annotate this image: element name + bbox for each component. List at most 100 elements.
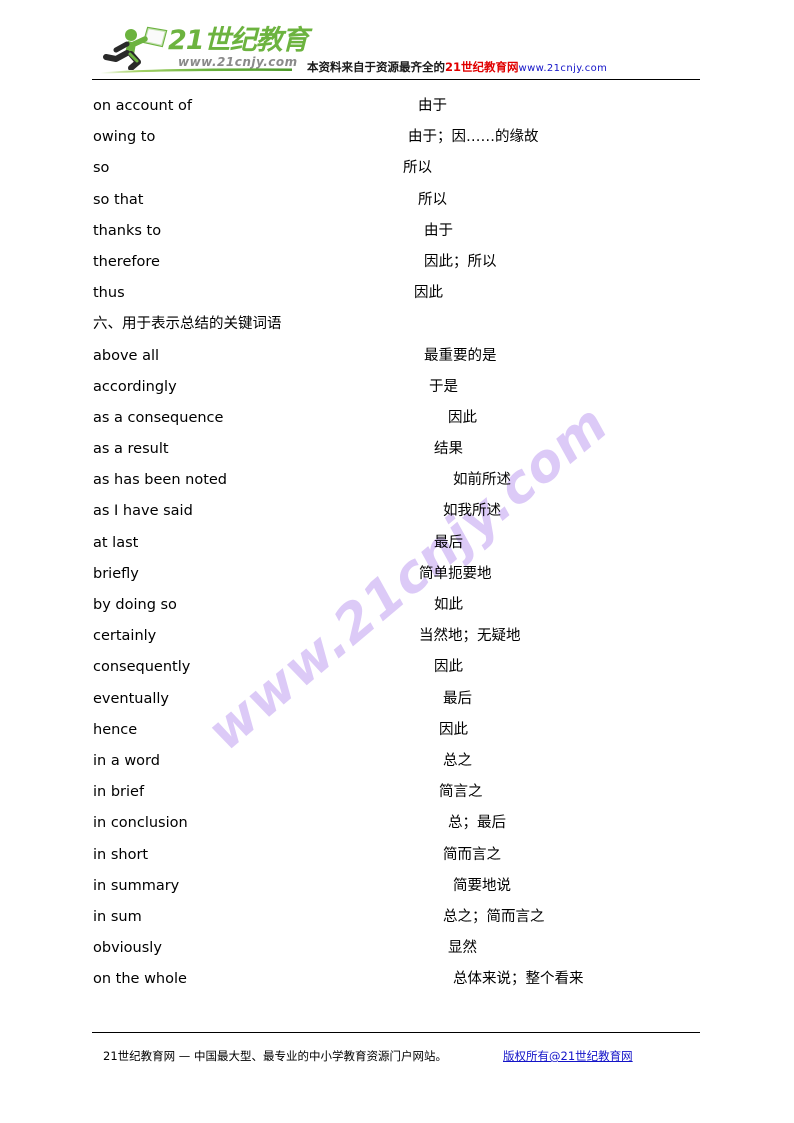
english-term: certainly [93,628,157,645]
english-term: so [93,160,110,177]
chinese-translation: 由于 [424,222,453,239]
english-term: accordingly [93,378,177,395]
chinese-translation: 如此 [434,597,463,613]
vocabulary-row: so that 所以 [0,190,794,221]
vocabulary-row: in short 简而言之 [0,845,794,876]
copyright-link[interactable]: 版权所有@21世纪教育网 [503,1048,633,1064]
vocabulary-row: by doing so 如此 [0,595,794,626]
chinese-translation: 最后 [443,690,472,707]
vocabulary-row: in sum 总之；简而言之 [0,907,794,938]
chinese-translation: 结果 [434,441,463,458]
vocabulary-row: hence 因此 [0,720,794,751]
chinese-translation: 简单扼要地 [419,565,492,582]
vocabulary-row: at last 最后 [0,533,794,564]
english-term: above all [93,347,160,364]
english-term: eventually [93,690,170,707]
footer-divider [92,1032,700,1033]
vocabulary-row: accordingly 于是 [0,377,794,408]
page-header: 21世纪教育 www.21cnjy.com 本资料来自于资源最齐全的21世纪教育… [0,0,794,82]
english-term: consequently [93,659,191,676]
header-divider [92,79,700,80]
footer-description: 21世纪教育网 — 中国最大型、最专业的中小学教育资源门户网站。 [103,1049,447,1063]
english-term: in summary [93,877,180,894]
english-term: in short [93,846,149,863]
vocabulary-row: thanks to 由于 [0,221,794,252]
section-heading: 六、用于表示总结的关键词语 [93,316,282,333]
english-term: on account of [93,98,193,114]
running-man-with-flag-icon [103,26,168,70]
vocabulary-row: certainly 当然地；无疑地 [0,626,794,657]
site-logo: 21世纪教育 www.21cnjy.com [98,26,309,76]
chinese-translation: 于是 [429,378,458,395]
chinese-translation: 总体来说；整个看来 [453,971,584,988]
header-note-url: www.21cnjy.com [518,63,608,74]
vocabulary-row: eventually 最后 [0,689,794,720]
english-term: in brief [93,784,145,801]
chinese-translation: 由于；因……的缘故 [408,129,539,146]
english-term: therefore [93,253,160,270]
vocabulary-row: as I have said 如我所述 [0,501,794,532]
chinese-translation: 简而言之 [443,846,501,863]
vocabulary-row: as a consequence 因此 [0,408,794,439]
vocabulary-list: on account of 由于 owing to 由于；因……的缘故 so 所以 so t… [0,96,794,1000]
chinese-translation: 如我所述 [443,503,501,520]
english-term: on the whole [93,971,187,988]
english-term: thanks to [93,222,162,239]
header-source-note: 本资料来自于资源最齐全的21世纪教育网www.21cnjy.com [307,60,607,76]
english-term: as a consequence [93,409,224,426]
chinese-translation: 因此 [434,659,463,676]
logo-brand-text: 21世纪教育 [168,25,309,56]
vocabulary-row: obviously 显然 [0,938,794,969]
vocabulary-row: on account of 由于 [0,96,794,127]
chinese-translation: 显然 [448,940,477,957]
chinese-translation: 因此 [439,721,468,738]
chinese-translation: 总之 [443,752,472,769]
chinese-translation: 因此 [414,285,443,302]
chinese-translation: 所以 [418,191,447,208]
english-term: thus [93,285,125,302]
vocabulary-row: therefore 因此；所以 [0,252,794,283]
vocabulary-row: in conclusion 总；最后 [0,813,794,844]
chinese-translation: 由于 [418,98,447,114]
english-term: as has been noted [93,472,228,489]
english-term: as a result [93,441,169,458]
document-page: www.21cnjy.com 21世纪教育 www.21cnjy.com 本资料… [0,0,794,1123]
chinese-translation: 如前所述 [453,472,511,489]
english-term: so that [93,191,144,208]
english-term: at last [93,534,139,551]
header-note-brand: 21世纪教育网 [445,60,519,74]
chinese-translation: 总之；简而言之 [443,908,545,925]
english-term: hence [93,721,138,738]
vocabulary-row: briefly 简单扼要地 [0,564,794,595]
section-heading-row: 六、用于表示总结的关键词语 [0,314,794,345]
chinese-translation: 因此 [448,409,477,426]
vocabulary-row: so 所以 [0,158,794,189]
logo-swoosh-icon [100,68,292,74]
english-term: in a word [93,752,160,769]
english-term: in conclusion [93,815,188,832]
vocabulary-row: as has been noted 如前所述 [0,470,794,501]
vocabulary-row: thus 因此 [0,283,794,314]
chinese-translation: 简要地说 [453,877,511,894]
english-term: in sum [93,908,142,925]
vocabulary-row: in a word 总之 [0,751,794,782]
header-note-prefix: 本资料来自于资源最齐全的 [307,60,445,74]
english-term: owing to [93,129,156,146]
chinese-translation: 简言之 [439,784,483,801]
english-term: obviously [93,940,162,957]
vocabulary-row: on the whole 总体来说；整个看来 [0,969,794,1000]
vocabulary-row: consequently 因此 [0,657,794,688]
vocabulary-row: above all 最重要的是 [0,346,794,377]
vocabulary-row: as a result 结果 [0,439,794,470]
english-term: by doing so [93,597,177,613]
english-term: as I have said [93,503,193,520]
vocabulary-row: in summary 简要地说 [0,876,794,907]
chinese-translation: 总；最后 [448,815,506,832]
chinese-translation: 因此；所以 [424,253,497,270]
chinese-translation: 最重要的是 [424,347,497,364]
chinese-translation: 当然地；无疑地 [419,628,521,645]
chinese-translation: 所以 [403,160,432,177]
vocabulary-row: in brief 简言之 [0,782,794,813]
vocabulary-row: owing to 由于；因……的缘故 [0,127,794,158]
chinese-translation: 最后 [434,534,463,551]
